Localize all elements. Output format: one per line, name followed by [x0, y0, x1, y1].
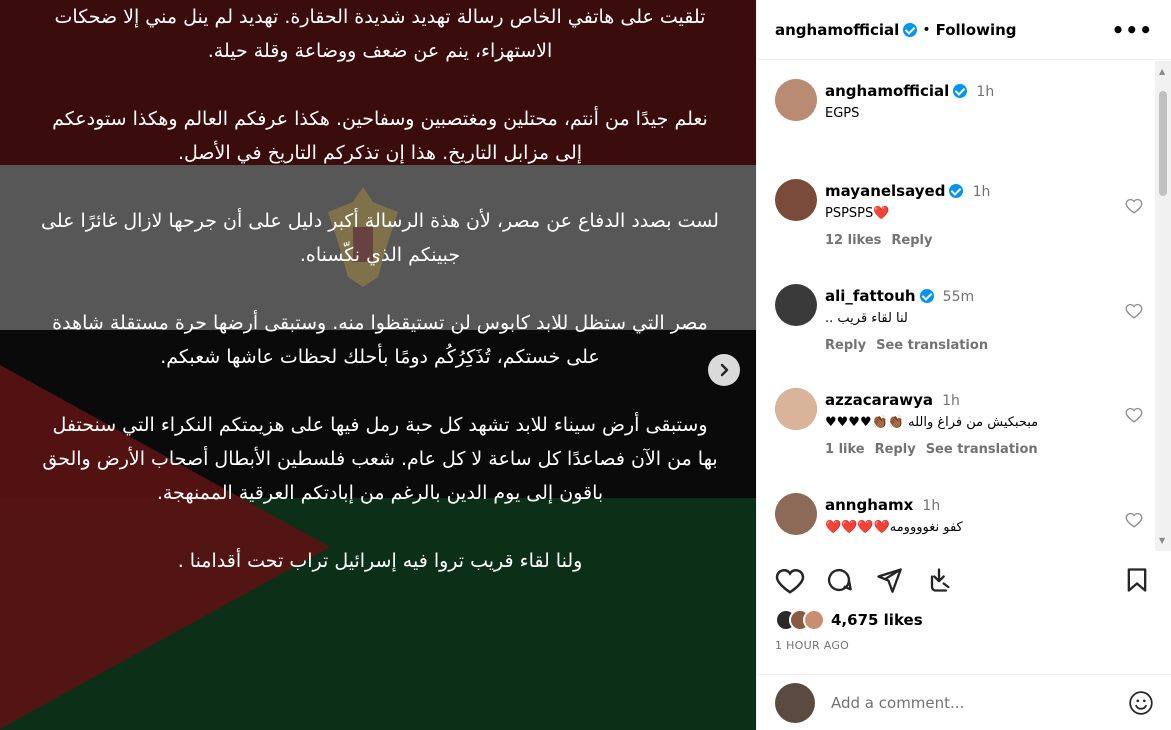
liker-avatar: [803, 609, 825, 631]
emoji-icon[interactable]: [1128, 690, 1154, 716]
comment-likes[interactable]: 12 likes: [825, 233, 881, 248]
post-actions: [775, 566, 1155, 600]
comments-scrollbar[interactable]: ▲ ▼: [1155, 61, 1171, 551]
comment-username[interactable]: ali_fattouh: [825, 287, 916, 305]
avatar[interactable]: [775, 79, 817, 121]
avatar-image: [775, 493, 817, 535]
comment-text: EGPS: [825, 106, 860, 121]
post-image: تلقيت على هاتفي الخاص رسالة تهديد شديدة …: [0, 0, 756, 730]
paragraph-3: لست بصدد الدفاع عن مصر، لأن هذة الرسالة …: [41, 210, 719, 266]
paragraph-5: وستبقى أرض سيناء للابد تشهد كل حبة رمل ف…: [42, 414, 718, 504]
comment-text: PSPSPS❤️: [825, 206, 890, 221]
verified-badge-icon: [953, 84, 968, 98]
post-timestamp[interactable]: 1 HOUR AGO: [775, 639, 849, 652]
caption: anghamofficial 1h EGPS: [775, 79, 1155, 139]
comment-time[interactable]: 1h: [973, 184, 991, 200]
add-comment-bar: Add a comment...: [757, 674, 1171, 730]
comment-item: ali_fattouh 55m لنا لقاء قريب .. Reply Se…: [775, 284, 1155, 364]
post-image-text: تلقيت على هاتفي الخاص رسالة تهديد شديدة …: [40, 0, 720, 612]
verified-badge-icon: [919, 289, 934, 303]
comment-time[interactable]: 1h: [922, 498, 940, 514]
scroll-up-icon[interactable]: ▲: [1159, 67, 1165, 76]
like-comment-heart-icon[interactable]: [1125, 302, 1143, 320]
comment-username[interactable]: azzacarawya: [825, 391, 933, 409]
save-bookmark-icon[interactable]: [1123, 566, 1151, 594]
like-comment-heart-icon[interactable]: [1125, 197, 1143, 215]
current-user-avatar: [775, 682, 815, 723]
paragraph-1: تلقيت على هاتفي الخاص رسالة تهديد شديدة …: [54, 6, 706, 62]
comment-time[interactable]: 55m: [943, 289, 974, 305]
paragraph-6: ولنا لقاء قريب تروا فيه إسرائيل تراب تحت…: [177, 550, 583, 572]
separator-dot: •: [922, 21, 931, 38]
more-options-icon[interactable]: •••: [1112, 18, 1153, 42]
next-slide-button[interactable]: [708, 354, 740, 386]
avatar-image: [775, 79, 817, 121]
comment-item: mayanelsayed 1h PSPSPS❤️ 12 likes Reply: [775, 179, 1155, 259]
comment-item: annghamx 1h كفو نغوووومه❤️❤️❤️❤️: [775, 493, 1155, 551]
like-heart-icon[interactable]: [775, 566, 805, 596]
chevron-right-icon: [720, 363, 729, 377]
reply-button[interactable]: Reply: [875, 442, 916, 457]
scroll-down-icon[interactable]: ▼: [1159, 536, 1165, 545]
comment-username[interactable]: anghamofficial: [825, 82, 949, 100]
comment-bubble-icon[interactable]: [825, 566, 853, 594]
post-header: anghamofficial • Following •••: [757, 0, 1171, 60]
comment-input[interactable]: Add a comment...: [831, 694, 964, 712]
like-comment-heart-icon[interactable]: [1125, 406, 1143, 424]
likes-count[interactable]: 4,675 likes: [831, 611, 923, 629]
comment-likes[interactable]: 1 like: [825, 442, 865, 457]
avatar[interactable]: [775, 493, 817, 535]
avatar[interactable]: [775, 388, 817, 430]
share-send-icon[interactable]: [875, 566, 903, 594]
paragraph-2: نعلم جيدًا من أنتم، محتلين ومغتصبين وسفا…: [52, 108, 708, 164]
post-sidebar: anghamofficial • Following ••• anghamoff…: [756, 0, 1171, 730]
remix-download-icon[interactable]: [925, 566, 953, 594]
scroll-thumb[interactable]: [1159, 91, 1167, 196]
following-button[interactable]: Following: [936, 21, 1017, 39]
avatar[interactable]: [775, 284, 817, 326]
verified-badge-icon: [903, 22, 918, 37]
reply-button[interactable]: Reply: [825, 338, 866, 353]
reply-button[interactable]: Reply: [891, 233, 932, 248]
comment-text: لنا لقاء قريب ..: [825, 311, 908, 326]
likes-summary[interactable]: 4,675 likes: [775, 609, 923, 631]
comment-username[interactable]: annghamx: [825, 496, 913, 514]
avatar-image: [775, 388, 817, 430]
comment-time[interactable]: 1h: [942, 393, 960, 409]
avatar[interactable]: [775, 179, 817, 221]
paragraph-4: مصر التي ستظل للابد كابوس لن تستيقظوا من…: [52, 312, 708, 368]
comments-list[interactable]: anghamofficial 1h EGPS mayanelsayed 1h P…: [757, 61, 1171, 551]
comment-username[interactable]: mayanelsayed: [825, 182, 945, 200]
author-username[interactable]: anghamofficial: [775, 21, 899, 39]
verified-badge-icon: [949, 184, 964, 198]
avatar-image: [775, 179, 817, 221]
see-translation-link[interactable]: See translation: [876, 338, 988, 353]
see-translation-link[interactable]: See translation: [926, 442, 1038, 457]
comment-text: مبحبكيش من فراغ والله 👏🏾👏🏾♥♥♥♥: [825, 415, 1039, 430]
comment-time[interactable]: 1h: [976, 84, 994, 100]
comment-item: azzacarawya 1h مبحبكيش من فراغ والله 👏🏾👏…: [775, 388, 1155, 468]
like-comment-heart-icon[interactable]: [1125, 511, 1143, 529]
comment-text: كفو نغوووومه❤️❤️❤️❤️: [825, 520, 963, 535]
avatar-image: [775, 284, 817, 326]
